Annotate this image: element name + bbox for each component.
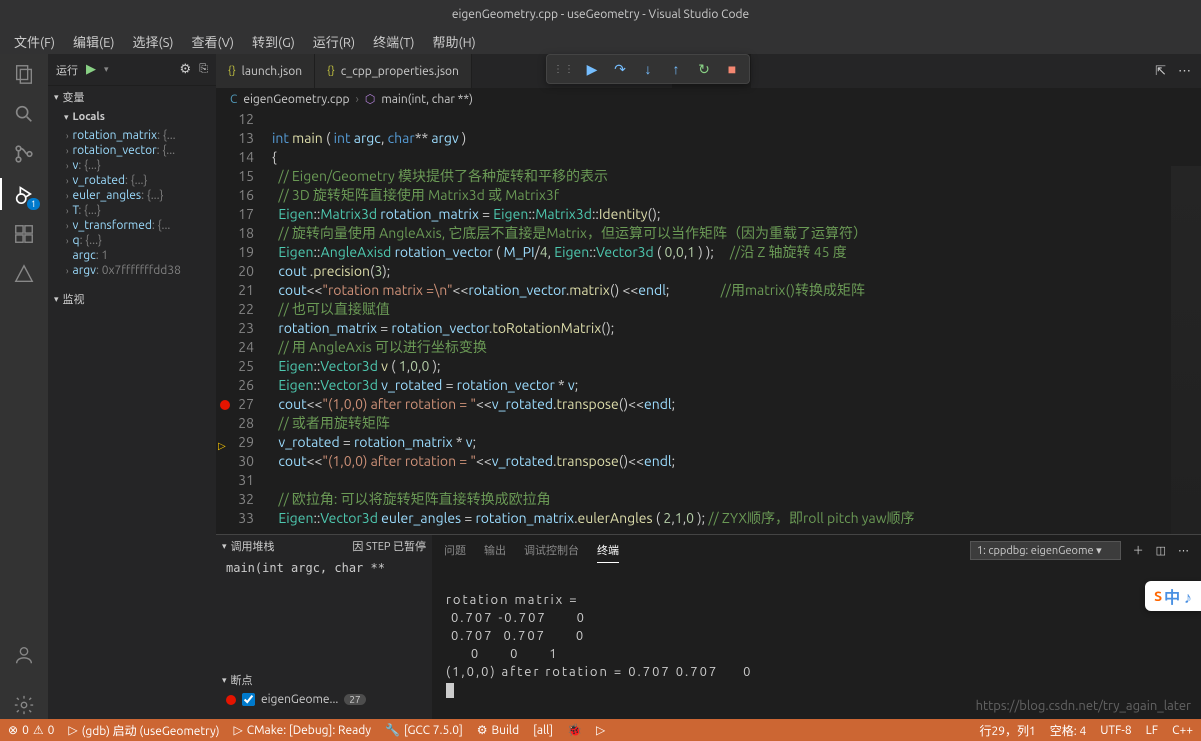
cmake-icon[interactable]: [10, 260, 38, 288]
status-bar: ⊗ 0 ⚠ 0 ▷ (gdb) 启动 (useGeometry) ▷ CMake…: [0, 719, 1201, 741]
account-icon[interactable]: [10, 641, 38, 669]
source-control-icon[interactable]: [10, 140, 38, 168]
sogou-ime-badge[interactable]: S中 ♪: [1145, 581, 1201, 611]
status-gcc[interactable]: 🔧 [GCC 7.5.0]: [385, 723, 463, 737]
tab-debug-console[interactable]: 调试控制台: [524, 538, 579, 562]
var-row[interactable]: ›v: {...}: [66, 158, 216, 173]
start-debug-button[interactable]: ▶: [86, 62, 96, 77]
var-row[interactable]: ›v_transformed: {...: [66, 218, 216, 233]
terminal-output[interactable]: rotation matrix = 0.707 -0.707 0 0.707 0…: [432, 565, 1201, 719]
breakpoints-section[interactable]: ▾断点: [216, 669, 432, 691]
menu-select[interactable]: 选择(S): [125, 30, 182, 53]
tab-cpp-properties[interactable]: {}c_cpp_properties.json: [315, 54, 472, 88]
config-dropdown-icon[interactable]: ▾: [104, 64, 109, 75]
var-row[interactable]: ›q: {...}: [66, 233, 216, 248]
watch-section[interactable]: ▾监视: [48, 288, 216, 310]
debug-console-icon[interactable]: ⎘: [199, 63, 208, 76]
tab-problems[interactable]: 问题: [444, 538, 466, 562]
step-into-button[interactable]: ↓: [637, 58, 659, 80]
panel-tabs: 问题 输出 调试控制台 终端 1: cppdbg: eigenGeome ▾ ＋…: [432, 535, 1201, 565]
tab-output[interactable]: 输出: [484, 538, 506, 562]
more-panel-icon[interactable]: ⋯: [1178, 544, 1189, 557]
status-lang[interactable]: C++: [1172, 722, 1193, 739]
new-terminal-icon[interactable]: ＋: [1133, 542, 1144, 558]
status-launch[interactable]: ▷ (gdb) 启动 (useGeometry): [68, 722, 219, 739]
watermark: https://blog.csdn.net/try_again_later: [976, 699, 1191, 713]
status-encoding[interactable]: UTF-8: [1100, 722, 1131, 739]
var-row[interactable]: ›v_rotated: {...}: [66, 173, 216, 188]
gear-icon[interactable]: ⚙: [180, 62, 192, 77]
var-row[interactable]: ›euler_angles: {...}: [66, 188, 216, 203]
locals-list: ›rotation_matrix: {... ›rotation_vector:…: [48, 126, 216, 280]
var-row[interactable]: ›argv: 0x7fffffffdd38: [66, 263, 216, 278]
settings-icon[interactable]: [10, 691, 38, 719]
search-icon[interactable]: [10, 100, 38, 128]
activity-bar: 1: [0, 54, 48, 719]
step-over-button[interactable]: ↷: [609, 58, 631, 80]
debug-icon[interactable]: 1: [10, 180, 38, 208]
status-eol[interactable]: LF: [1146, 722, 1158, 739]
breadcrumb[interactable]: CeigenGeometry.cpp › ⬡main(int, char **): [216, 88, 1201, 110]
title-bar: eigenGeometry.cpp - useGeometry - Visual…: [0, 0, 1201, 28]
variables-section[interactable]: ▾变量: [48, 86, 216, 108]
menu-help[interactable]: 帮助(H): [425, 30, 484, 53]
var-row[interactable]: ›rotation_matrix: {...: [66, 128, 216, 143]
run-label: 运行: [56, 62, 78, 78]
menu-terminal[interactable]: 终端(T): [365, 30, 422, 53]
breakpoint-checkbox[interactable]: [242, 693, 255, 706]
menu-edit[interactable]: 编辑(E): [65, 30, 122, 53]
minimap[interactable]: [1171, 166, 1201, 534]
gutter[interactable]: ▷ 12131415161718192021222324252627282930…: [216, 110, 272, 534]
debug-toolbar[interactable]: ⋮⋮ ▶ ↷ ↓ ↑ ↻ ■: [546, 54, 750, 84]
bottom-panel: ▾调用堆栈因 STEP 已暂停 main(int argc, char ** ▾…: [216, 534, 1201, 719]
breakpoint-marker[interactable]: [220, 400, 230, 410]
status-errors[interactable]: ⊗ 0 ⚠ 0: [8, 723, 54, 737]
more-icon[interactable]: ⋯: [1178, 64, 1191, 79]
callstack-section[interactable]: ▾调用堆栈因 STEP 已暂停: [216, 535, 432, 557]
editor-tabs: {}launch.json {}c_cpp_properties.json ⋮⋮…: [216, 54, 1201, 88]
continue-button[interactable]: ▶: [581, 58, 603, 80]
locals-section[interactable]: ▾Locals: [48, 108, 216, 126]
menu-file[interactable]: 文件(F): [6, 30, 63, 53]
callstack-frame[interactable]: main(int argc, char **: [216, 557, 432, 579]
status-cmake[interactable]: ▷ CMake: [Debug]: Ready: [234, 723, 372, 737]
var-row[interactable]: ›argc: 1: [66, 248, 216, 263]
menu-view[interactable]: 查看(V): [184, 30, 242, 53]
step-out-button[interactable]: ↑: [665, 58, 687, 80]
status-position[interactable]: 行29，列1: [979, 722, 1035, 739]
current-line-icon: ▷: [218, 436, 226, 455]
code-editor[interactable]: ▷ 12131415161718192021222324252627282930…: [216, 110, 1201, 534]
menu-run[interactable]: 运行(R): [305, 30, 363, 53]
status-spaces[interactable]: 空格: 4: [1050, 722, 1086, 739]
menu-goto[interactable]: 转到(G): [244, 30, 303, 53]
status-build[interactable]: ⚙ Build: [477, 723, 519, 737]
status-debug-icon[interactable]: 🐞: [567, 723, 582, 737]
run-toolbar: 运行 ▶ ▾ ⚙ ⎘: [48, 54, 216, 86]
terminal-selector[interactable]: 1: cppdbg: eigenGeome ▾: [970, 541, 1121, 560]
editor-area: {}launch.json {}c_cpp_properties.json ⋮⋮…: [216, 54, 1201, 719]
drag-handle-icon[interactable]: ⋮⋮: [553, 63, 575, 75]
split-terminal-icon[interactable]: ◫: [1156, 544, 1166, 557]
tab-launch-json[interactable]: {}launch.json: [216, 54, 315, 88]
stop-button[interactable]: ■: [721, 58, 743, 80]
tab-terminal[interactable]: 终端: [597, 538, 619, 563]
status-run-icon[interactable]: ▷: [596, 723, 605, 737]
breakpoint-row[interactable]: eigenGeome... 27: [216, 691, 432, 708]
status-target[interactable]: [all]: [533, 724, 553, 737]
menu-bar: 文件(F) 编辑(E) 选择(S) 查看(V) 转到(G) 运行(R) 终端(T…: [0, 28, 1201, 54]
restart-button[interactable]: ↻: [693, 58, 715, 80]
extensions-icon[interactable]: [10, 220, 38, 248]
debug-sidebar: 运行 ▶ ▾ ⚙ ⎘ ▾变量 ▾Locals ›rotation_matrix:…: [48, 54, 216, 719]
breakpoint-dot-icon: [226, 695, 236, 705]
var-row[interactable]: ›T: {...}: [66, 203, 216, 218]
export-icon[interactable]: ⇱: [1155, 64, 1166, 79]
explorer-icon[interactable]: [10, 60, 38, 88]
var-row[interactable]: ›rotation_vector: {...: [66, 143, 216, 158]
